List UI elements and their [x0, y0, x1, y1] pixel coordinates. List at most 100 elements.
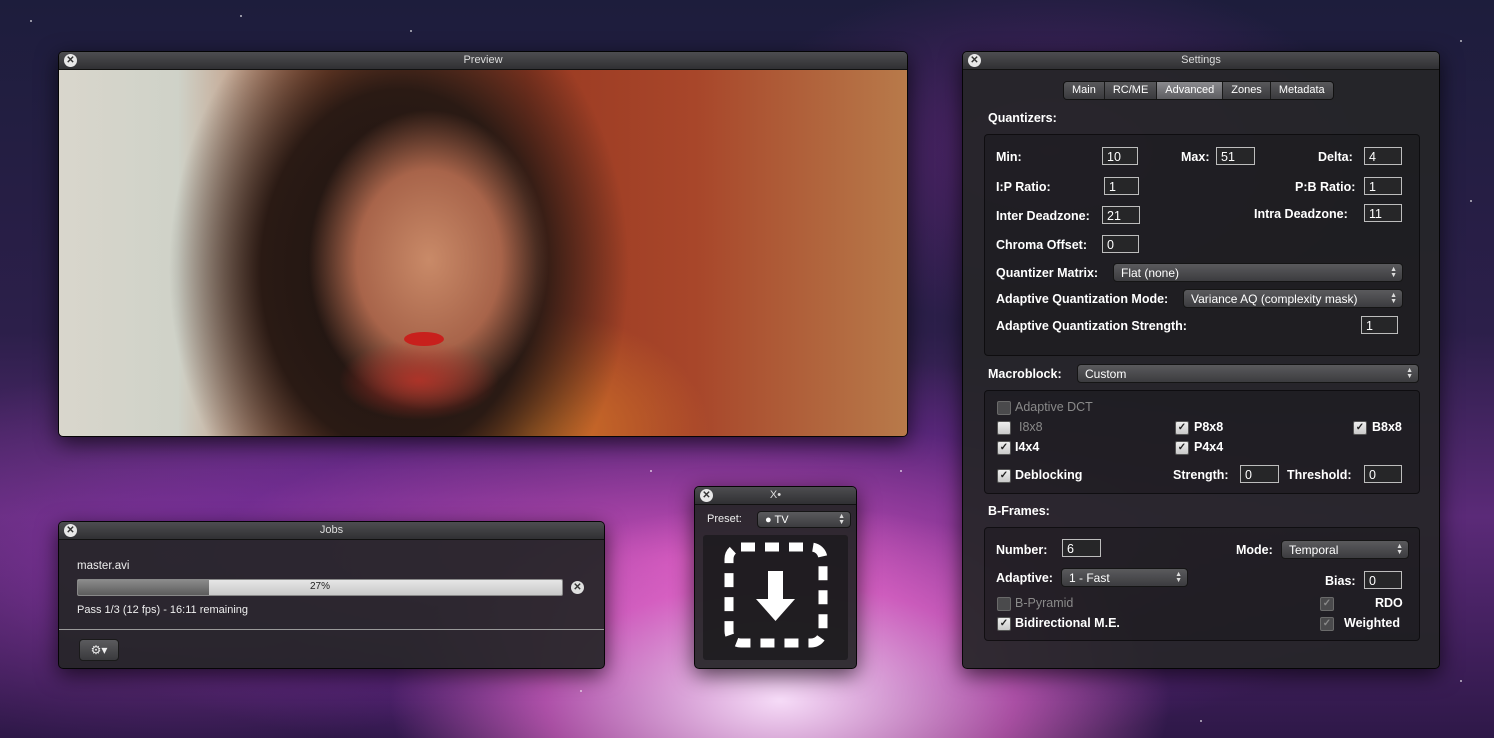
aq-strength-label: Adaptive Quantization Strength: [996, 319, 1187, 333]
drop-zone[interactable] [703, 535, 848, 660]
pb-ratio-field[interactable]: 1 [1364, 177, 1402, 195]
intra-deadzone-field[interactable]: 11 [1364, 204, 1402, 222]
bframes-mode-value: Temporal [1289, 543, 1339, 557]
drop-titlebar: ✕ X• [695, 487, 856, 505]
chroma-offset-field[interactable]: 0 [1102, 235, 1139, 253]
preview-image [59, 70, 907, 436]
star [1200, 720, 1202, 722]
bidirectional-me-checkbox[interactable]: ✓ [997, 617, 1011, 631]
settings-titlebar: ✕ Settings [963, 52, 1439, 70]
min-label: Min: [996, 150, 1022, 164]
settings-tabs: Main RC/ME Advanced Zones Metadata [1063, 81, 1334, 100]
p8x8-label: P8x8 [1194, 420, 1224, 434]
rdo-checkbox[interactable]: ✓ [1320, 597, 1334, 611]
chevron-updown-icon: ▲ ▼ [1390, 291, 1397, 305]
cancel-job-icon[interactable]: ✕ [571, 581, 584, 594]
bpyramid-checkbox[interactable] [997, 597, 1011, 611]
drop-window: ✕ X• Preset: ● TV ▲ ▼ [694, 486, 857, 669]
jobs-titlebar: ✕ Jobs [59, 522, 604, 540]
i8x8-label: I8x8 [1019, 420, 1043, 434]
bframes-number-field[interactable]: 6 [1062, 539, 1101, 557]
tab-rc-me[interactable]: RC/ME [1104, 82, 1158, 99]
preset-select[interactable]: ● TV ▲ ▼ [757, 511, 851, 528]
preview-title: Preview [463, 54, 503, 66]
star [650, 470, 652, 472]
delta-label: Delta: [1318, 150, 1353, 164]
settings-title: Settings [1181, 54, 1221, 66]
bframes-mode-select[interactable]: Temporal ▲ ▼ [1281, 540, 1409, 559]
chevron-updown-icon: ▲ ▼ [1406, 366, 1413, 380]
bframes-heading: B-Frames: [988, 504, 1050, 518]
tab-metadata[interactable]: Metadata [1270, 82, 1333, 99]
star [1460, 40, 1462, 42]
close-icon[interactable]: ✕ [700, 489, 713, 502]
job-progress-bar: 27% [77, 579, 563, 596]
bframes-number-label: Number: [996, 543, 1048, 557]
deblocking-checkbox[interactable]: ✓ [997, 469, 1011, 483]
weighted-checkbox[interactable]: ✓ [1320, 617, 1334, 631]
preset-value: TV [774, 514, 789, 526]
inter-deadzone-field[interactable]: 21 [1102, 206, 1140, 224]
drop-title: X• [769, 489, 782, 501]
strength-field[interactable]: 0 [1240, 465, 1279, 483]
macroblock-value: Custom [1085, 367, 1127, 381]
job-status: Pass 1/3 (12 fps) - 16:11 remaining [77, 604, 248, 616]
macroblock-select[interactable]: Custom ▲ ▼ [1077, 364, 1419, 383]
gear-menu-button[interactable]: ⚙▾ [79, 639, 119, 661]
p4x4-checkbox[interactable]: ✓ [1175, 441, 1189, 455]
job-progress-label: 27% [309, 581, 330, 592]
quantizer-matrix-label: Quantizer Matrix: [996, 266, 1099, 280]
strength-label: Strength: [1173, 468, 1229, 482]
p4x4-label: P4x4 [1194, 440, 1224, 454]
job-filename: master.avi [77, 560, 130, 572]
inter-deadzone-label: Inter Deadzone: [996, 209, 1090, 223]
intra-deadzone-label: Intra Deadzone: [1254, 207, 1348, 221]
tab-zones[interactable]: Zones [1223, 82, 1271, 99]
p8x8-checkbox[interactable]: ✓ [1175, 421, 1189, 435]
preview-window: ✕ Preview [58, 51, 908, 437]
delta-field[interactable]: 4 [1364, 147, 1402, 165]
chevron-updown-icon: ▲ ▼ [1396, 542, 1403, 556]
threshold-field[interactable]: 0 [1364, 465, 1402, 483]
aq-mode-label: Adaptive Quantization Mode: [996, 292, 1169, 306]
download-icon [724, 542, 828, 648]
ip-ratio-field[interactable]: 1 [1104, 177, 1139, 195]
aq-strength-field[interactable]: 1 [1361, 316, 1398, 334]
bframes-adaptive-select[interactable]: 1 - Fast ▲ ▼ [1061, 568, 1188, 587]
star [240, 15, 242, 17]
bframes-bias-label: Bias: [1325, 574, 1356, 588]
threshold-label: Threshold: [1287, 468, 1352, 482]
bframes-mode-label: Mode: [1236, 543, 1273, 557]
preview-image-detail [404, 332, 444, 346]
ip-ratio-label: I:P Ratio: [996, 180, 1051, 194]
chevron-updown-icon: ▲ ▼ [1175, 570, 1182, 584]
b8x8-checkbox[interactable]: ✓ [1353, 421, 1367, 435]
bframes-adaptive-value: 1 - Fast [1069, 571, 1110, 585]
macroblock-heading: Macroblock: [988, 367, 1062, 381]
quantizer-matrix-value: Flat (none) [1121, 266, 1180, 280]
aq-mode-value: Variance AQ (complexity mask) [1191, 292, 1358, 306]
close-icon[interactable]: ✕ [968, 54, 981, 67]
close-icon[interactable]: ✕ [64, 524, 77, 537]
pb-ratio-label: P:B Ratio: [1295, 180, 1356, 194]
i8x8-checkbox[interactable] [997, 421, 1011, 435]
min-field[interactable]: 10 [1102, 147, 1138, 165]
close-icon[interactable]: ✕ [64, 54, 77, 67]
tab-main[interactable]: Main [1064, 82, 1105, 99]
preset-label: Preset: [707, 513, 742, 525]
star [30, 20, 32, 22]
bframes-adaptive-label: Adaptive: [996, 571, 1053, 585]
i4x4-label: I4x4 [1015, 440, 1040, 454]
star [1460, 680, 1462, 682]
quantizer-matrix-select[interactable]: Flat (none) ▲ ▼ [1113, 263, 1403, 282]
max-field[interactable]: 51 [1216, 147, 1255, 165]
deblocking-label: Deblocking [1015, 468, 1083, 482]
star [900, 470, 902, 472]
bidirectional-me-label: Bidirectional M.E. [1015, 616, 1120, 630]
i4x4-checkbox[interactable]: ✓ [997, 441, 1011, 455]
bframes-bias-field[interactable]: 0 [1364, 571, 1402, 589]
preview-titlebar: ✕ Preview [59, 52, 907, 70]
tab-advanced[interactable]: Advanced [1157, 82, 1224, 99]
aq-mode-select[interactable]: Variance AQ (complexity mask) ▲ ▼ [1183, 289, 1403, 308]
adaptive-dct-checkbox[interactable] [997, 401, 1011, 415]
